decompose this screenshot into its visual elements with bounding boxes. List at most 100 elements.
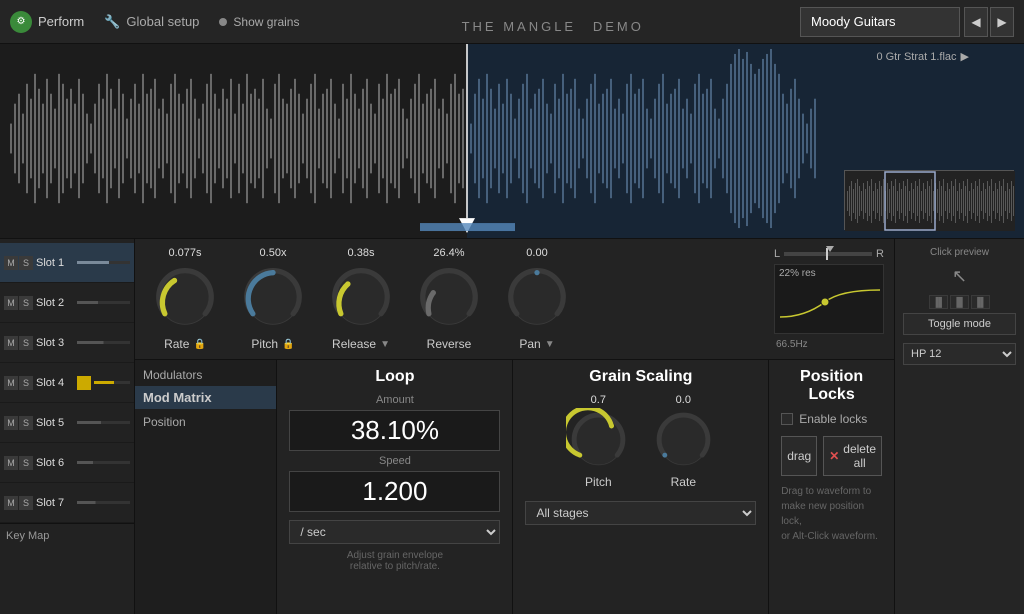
slot-6-slider[interactable]	[77, 461, 130, 464]
slot-5-slider[interactable]	[77, 421, 130, 424]
slot-4-slider[interactable]	[94, 381, 130, 384]
grain-pitch-knob[interactable]	[566, 408, 631, 473]
slot-7-ms: M S	[4, 496, 33, 510]
slot-5-ms: M S	[4, 416, 33, 430]
slot-6-label: Slot 6	[36, 457, 74, 469]
slot-7-mute-button[interactable]: M	[4, 496, 18, 510]
slot-6-mute-button[interactable]: M	[4, 456, 18, 470]
slot-1-item[interactable]: M S Slot 1	[0, 243, 134, 283]
stages-select[interactable]: All stages	[525, 501, 756, 525]
slot-7-slider[interactable]	[77, 501, 130, 504]
slot-4-label: Slot 4	[36, 377, 74, 389]
modulators-label[interactable]: Modulators	[135, 360, 276, 386]
slot-7-label: Slot 7	[36, 497, 74, 509]
lr-track[interactable]	[784, 252, 872, 256]
lock-note: Drag to waveform tomake new position loc…	[781, 484, 882, 544]
perform-button[interactable]: ⚙ Perform	[10, 11, 84, 33]
bottom-area: Modulators Mod Matrix Position Loop Amou…	[135, 360, 894, 614]
pan-value: 0.00	[526, 247, 547, 259]
filter-type-select[interactable]: HP 12	[903, 343, 1016, 365]
slot-7-solo-button[interactable]: S	[19, 496, 33, 510]
knob-row: 0.077s Rate 🔒	[135, 239, 894, 360]
slot-2-slider[interactable]	[77, 301, 130, 304]
slot-1-slider[interactable]	[77, 261, 130, 264]
slot-3-item[interactable]: M S Slot 3	[0, 323, 134, 363]
waveform-minimap[interactable]	[844, 170, 1014, 230]
cursor-icon: ↖	[903, 266, 1016, 287]
grain-rate-knob[interactable]	[651, 408, 716, 473]
slot-7-item[interactable]: M S Slot 7	[0, 483, 134, 523]
slot-3-slider[interactable]	[77, 341, 130, 344]
position-label[interactable]: Position	[135, 409, 276, 435]
loop-amount-label: Amount	[289, 394, 500, 406]
delete-all-button[interactable]: ✕ delete all	[823, 436, 882, 476]
release-value: 0.38s	[348, 247, 375, 259]
rate-label: Rate 🔒	[164, 337, 206, 351]
grain-pitch-value: 0.7	[591, 394, 606, 406]
pitch-knob-group: 0.50x Pitch 🔒	[233, 247, 313, 351]
preset-next-button[interactable]: ▶	[990, 7, 1014, 37]
slot-6-ms: M S	[4, 456, 33, 470]
slot-5-slider-container	[77, 421, 130, 424]
wrench-icon: 🔧	[104, 14, 120, 30]
slot-6-solo-button[interactable]: S	[19, 456, 33, 470]
rate-knob[interactable]	[150, 263, 220, 333]
reverse-value: 26.4%	[433, 247, 464, 259]
pan-knob-group: 0.00 Pan ▼	[497, 247, 577, 351]
global-setup-button[interactable]: 🔧 Global setup	[104, 14, 199, 30]
release-knob[interactable]	[326, 263, 396, 333]
slot-5-item[interactable]: M S Slot 5	[0, 403, 134, 443]
grain-rate-value: 0.0	[676, 394, 691, 406]
toggle-mode-section: ▐▌ ▐▌ ▐▌ Toggle mode	[903, 295, 1016, 335]
show-grains-toggle[interactable]: Show grains	[219, 15, 299, 29]
slot-2-mute-button[interactable]: M	[4, 296, 18, 310]
slot-2-item[interactable]: M S Slot 2	[0, 283, 134, 323]
waveform-section[interactable]: 0 Gtr Strat 1.flac ▶	[0, 44, 1024, 239]
slot-3-solo-button[interactable]: S	[19, 336, 33, 350]
loop-note: Adjust grain enveloperelative to pitch/r…	[289, 550, 500, 572]
loop-amount-value[interactable]: 38.10%	[289, 410, 500, 451]
slot-4-mute-button[interactable]: M	[4, 376, 18, 390]
pan-knob[interactable]	[502, 263, 572, 333]
drag-button[interactable]: drag	[781, 436, 817, 476]
slot-1-solo-button[interactable]: S	[19, 256, 33, 270]
position-locks-title: Position Locks	[781, 368, 882, 404]
filter-curve	[775, 282, 881, 322]
mod-matrix-label[interactable]: Mod Matrix	[135, 386, 276, 409]
enable-locks-label: Enable locks	[799, 412, 867, 426]
slot-5-mute-button[interactable]: M	[4, 416, 18, 430]
enable-locks-row: Enable locks	[781, 412, 882, 426]
delete-x-icon: ✕	[829, 449, 839, 463]
slot-3-ms: M S	[4, 336, 33, 350]
position-locks-panel: Position Locks Enable locks drag ✕ delet…	[769, 360, 894, 614]
preset-dropdown[interactable]: Moody Guitars	[800, 7, 960, 37]
lr-slider[interactable]: L R	[774, 248, 884, 260]
slot-4-item[interactable]: M S Slot 4	[0, 363, 134, 403]
loop-speed-unit-select[interactable]: / sec	[289, 520, 500, 544]
slot-5-solo-button[interactable]: S	[19, 416, 33, 430]
toggle-mode-button[interactable]: Toggle mode	[903, 313, 1016, 335]
lr-filter-section: L R 22% res	[774, 248, 884, 351]
slot-6-item[interactable]: M S Slot 6	[0, 443, 134, 483]
rate-knob-group: 0.077s Rate 🔒	[145, 247, 225, 351]
preset-prev-button[interactable]: ◀	[964, 7, 988, 37]
slot-2-solo-button[interactable]: S	[19, 296, 33, 310]
filter-freq-label: 66.5Hz	[774, 338, 884, 351]
loop-speed-value[interactable]: 1.200	[289, 471, 500, 512]
lock-buttons: drag ✕ delete all	[781, 436, 882, 476]
pan-label: Pan ▼	[519, 337, 554, 351]
pitch-knob[interactable]	[238, 263, 308, 333]
slot-4-solo-button[interactable]: S	[19, 376, 33, 390]
slot-3-mute-button[interactable]: M	[4, 336, 18, 350]
key-map-label[interactable]: Key Map	[0, 523, 134, 548]
slot-1-mute-button[interactable]: M	[4, 256, 18, 270]
slot-6-slider-container	[77, 461, 130, 464]
reverse-knob[interactable]	[414, 263, 484, 333]
pan-dropdown-icon[interactable]: ▼	[545, 339, 555, 350]
enable-locks-checkbox[interactable]	[781, 413, 793, 425]
show-grains-label: Show grains	[233, 15, 299, 29]
perform-icon: ⚙	[10, 11, 32, 33]
play-icon[interactable]: ▶	[961, 50, 969, 63]
release-dropdown-icon[interactable]: ▼	[380, 339, 390, 350]
grain-panel: Grain Scaling 0.7	[513, 360, 769, 614]
